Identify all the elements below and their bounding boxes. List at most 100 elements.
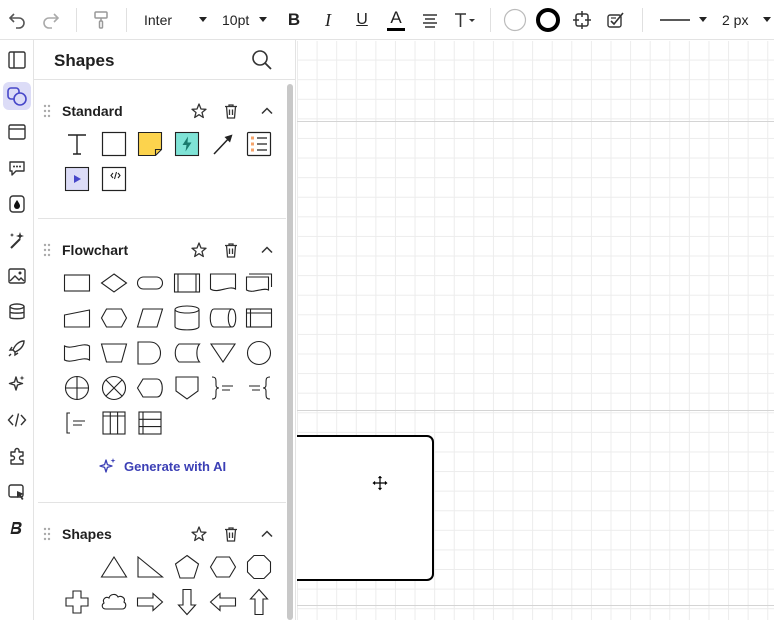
rail-item-color[interactable] <box>3 190 31 218</box>
drag-handle-icon[interactable] <box>43 104 51 118</box>
flowchart-document[interactable] <box>208 268 238 298</box>
flowchart-connector[interactable] <box>244 338 274 368</box>
text-options-button[interactable] <box>452 0 478 40</box>
flowchart-manual-operation[interactable] <box>99 338 129 368</box>
sticky-note-icon <box>137 131 163 157</box>
rail-item-code[interactable] <box>3 406 31 434</box>
checklist-icon <box>246 131 272 157</box>
flowchart-vertical-swimlane[interactable] <box>99 408 129 438</box>
section-header-flowchart[interactable]: Flowchart <box>34 238 284 264</box>
rail-item-shapes[interactable] <box>3 82 31 110</box>
shape-arrow-down[interactable] <box>172 587 202 617</box>
undo-button[interactable] <box>4 0 30 40</box>
canvas-rectangle-shape[interactable] <box>297 435 434 581</box>
flowchart-display[interactable] <box>135 373 165 403</box>
rail-item-image[interactable] <box>3 262 31 290</box>
underline-button[interactable]: U <box>350 0 374 40</box>
section-header-standard[interactable]: Standard <box>34 99 284 125</box>
flowchart-manual-input[interactable] <box>62 303 92 333</box>
flowchart-annotation-right[interactable] <box>208 373 238 403</box>
star-icon[interactable] <box>190 241 208 259</box>
star-icon[interactable] <box>190 525 208 543</box>
flowchart-delay[interactable] <box>135 338 165 368</box>
font-family-select[interactable]: Inter <box>144 0 208 40</box>
shape-hexagon[interactable] <box>208 552 238 582</box>
flowchart-punched-tape[interactable] <box>62 338 92 368</box>
trash-icon[interactable] <box>222 102 240 120</box>
chevron-up-icon[interactable] <box>258 525 276 543</box>
fill-color-button[interactable] <box>502 0 528 40</box>
redo-button[interactable] <box>38 0 64 40</box>
line-width-select[interactable]: 2 px <box>722 0 772 40</box>
shape-rectangle[interactable] <box>99 129 129 159</box>
flowchart-merge[interactable] <box>208 338 238 368</box>
flowchart-decision[interactable] <box>99 268 129 298</box>
trash-icon[interactable] <box>222 241 240 259</box>
rail-item-comments[interactable] <box>3 154 31 182</box>
section-header-shapes[interactable]: Shapes <box>34 522 284 548</box>
shape-search-button[interactable] <box>250 48 274 72</box>
shape-text[interactable] <box>62 129 92 159</box>
or-junction-icon <box>101 375 127 401</box>
bold-button[interactable]: B <box>282 0 306 40</box>
flowchart-stored-data[interactable] <box>172 338 202 368</box>
shape-checklist[interactable] <box>244 129 274 159</box>
shape-right-triangle[interactable] <box>135 552 165 582</box>
flowchart-or[interactable] <box>99 373 129 403</box>
line-style-select[interactable] <box>660 0 708 40</box>
rail-item-plugins[interactable] <box>3 442 31 470</box>
shape-arrow-up[interactable] <box>244 587 274 617</box>
flowchart-horizontal-swimlane[interactable] <box>135 408 165 438</box>
arrange-button[interactable] <box>570 0 594 40</box>
rail-item-ai[interactable] <box>3 370 31 398</box>
flowchart-internal-storage[interactable] <box>244 303 274 333</box>
format-checklist-button[interactable] <box>604 0 628 40</box>
rail-item-frame[interactable] <box>3 118 31 146</box>
font-size-select[interactable]: 10pt <box>222 0 268 40</box>
italic-button[interactable]: I <box>316 0 340 40</box>
shape-cross[interactable] <box>62 587 92 617</box>
diagram-canvas[interactable] <box>297 41 774 620</box>
panel-scrollbar-thumb[interactable] <box>287 84 293 620</box>
rail-item-magic[interactable] <box>3 226 31 254</box>
rail-item-brand[interactable] <box>3 514 31 542</box>
flowchart-multi-document[interactable] <box>244 268 274 298</box>
shape-arrow-right[interactable] <box>135 587 165 617</box>
shape-arrow-left[interactable] <box>208 587 238 617</box>
shape-pentagon[interactable] <box>172 552 202 582</box>
chevron-up-icon[interactable] <box>258 241 276 259</box>
shape-embed-video[interactable] <box>62 164 92 194</box>
flowchart-data[interactable] <box>135 303 165 333</box>
trash-icon[interactable] <box>222 525 240 543</box>
shape-triangle[interactable] <box>99 552 129 582</box>
drag-handle-icon[interactable] <box>43 243 51 257</box>
flowchart-process[interactable] <box>62 268 92 298</box>
border-color-button[interactable] <box>535 0 561 40</box>
drag-handle-icon[interactable] <box>43 527 51 541</box>
rail-item-data[interactable] <box>3 298 31 326</box>
align-button[interactable] <box>418 0 442 40</box>
flowchart-direct-data[interactable] <box>208 303 238 333</box>
shape-octagon[interactable] <box>244 552 274 582</box>
flowchart-terminal[interactable] <box>135 268 165 298</box>
flowchart-predefined-process[interactable] <box>172 268 202 298</box>
shape-action[interactable] <box>172 129 202 159</box>
flowchart-annotation-left[interactable] <box>244 373 274 403</box>
rail-item-layout[interactable] <box>3 46 31 74</box>
flowchart-comment[interactable] <box>62 408 92 438</box>
flowchart-preparation[interactable] <box>99 303 129 333</box>
chevron-up-icon[interactable] <box>258 102 276 120</box>
star-icon[interactable] <box>190 102 208 120</box>
shape-code-embed[interactable] <box>99 164 129 194</box>
shape-sticky-note[interactable] <box>135 129 165 159</box>
shape-arrow-line[interactable] <box>208 129 238 159</box>
rail-item-presentation[interactable] <box>3 478 31 506</box>
flowchart-off-page[interactable] <box>172 373 202 403</box>
flowchart-database[interactable] <box>172 303 202 333</box>
format-painter-button[interactable] <box>88 0 114 40</box>
flowchart-summing-junction[interactable] <box>62 373 92 403</box>
shape-cloud[interactable] <box>99 587 129 617</box>
rail-item-rocket[interactable] <box>3 334 31 362</box>
text-color-button[interactable]: A <box>384 0 408 40</box>
generate-with-ai-button[interactable]: Generate with AI <box>98 456 226 476</box>
